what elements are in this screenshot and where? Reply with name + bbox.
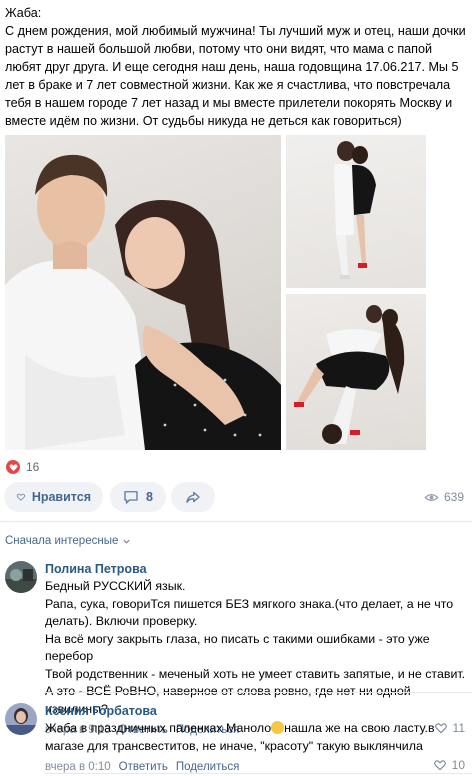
heart-outline-icon: [433, 760, 446, 771]
comment-divider: [45, 773, 472, 774]
post-text: Жаба: С днем рождения, мой любимый мужчи…: [5, 6, 466, 128]
grinning-face-emoji-icon: [271, 721, 285, 734]
comment-text: Бедный РУССКИЙ язык. Рапа, сука, говориТ…: [45, 579, 466, 716]
comments-sort-dropdown[interactable]: Сначала интересные: [5, 535, 131, 547]
comment-icon: [124, 491, 138, 504]
post-photo-main[interactable]: [5, 135, 281, 450]
chevron-down-icon: [123, 539, 131, 544]
post-photo-bottom-right[interactable]: [286, 294, 426, 450]
comment-like-button[interactable]: 10: [433, 758, 465, 772]
comment-divider: [45, 692, 472, 693]
share-button[interactable]: [171, 482, 215, 512]
like-button[interactable]: Нравится: [4, 482, 103, 512]
share-link[interactable]: Поделиться: [176, 761, 240, 773]
views-counter: 639: [424, 482, 464, 512]
avatar[interactable]: [5, 703, 37, 735]
reply-link[interactable]: Ответить: [119, 761, 168, 773]
couple-kiss-image: [334, 141, 376, 279]
post-divider: [0, 521, 472, 522]
comments-sort-label: Сначала интересные: [5, 535, 119, 547]
like-button-label: Нравится: [31, 490, 91, 504]
comment-time[interactable]: вчера в 0:10: [45, 761, 111, 773]
heart-outline-icon: [16, 493, 25, 501]
comment-count: 8: [146, 490, 153, 504]
comment-author[interactable]: Полина Петрова: [45, 561, 467, 577]
share-icon: [186, 491, 200, 503]
couple-portrait-image: [5, 154, 281, 450]
reactions-count: 16: [26, 460, 40, 474]
heart-reaction-icon: [6, 460, 20, 474]
comment-like-count: 10: [451, 758, 465, 772]
views-count: 639: [443, 490, 464, 504]
avatar[interactable]: [5, 561, 37, 593]
post-action-bar: Нравится 8 639: [4, 482, 468, 512]
comment-text-part: Жаба в праздничных паленках Маноло: [45, 721, 272, 735]
comment-text: Жаба в праздничных паленках Маноло нашла …: [45, 720, 467, 755]
comment-author[interactable]: Ксения Горбатова: [45, 703, 467, 719]
comment-button[interactable]: 8: [110, 482, 166, 512]
post-photo-top-right[interactable]: [286, 135, 426, 288]
eye-icon: [424, 493, 439, 501]
reactions-summary[interactable]: 16: [6, 458, 39, 476]
couple-dance-image: [294, 305, 405, 444]
